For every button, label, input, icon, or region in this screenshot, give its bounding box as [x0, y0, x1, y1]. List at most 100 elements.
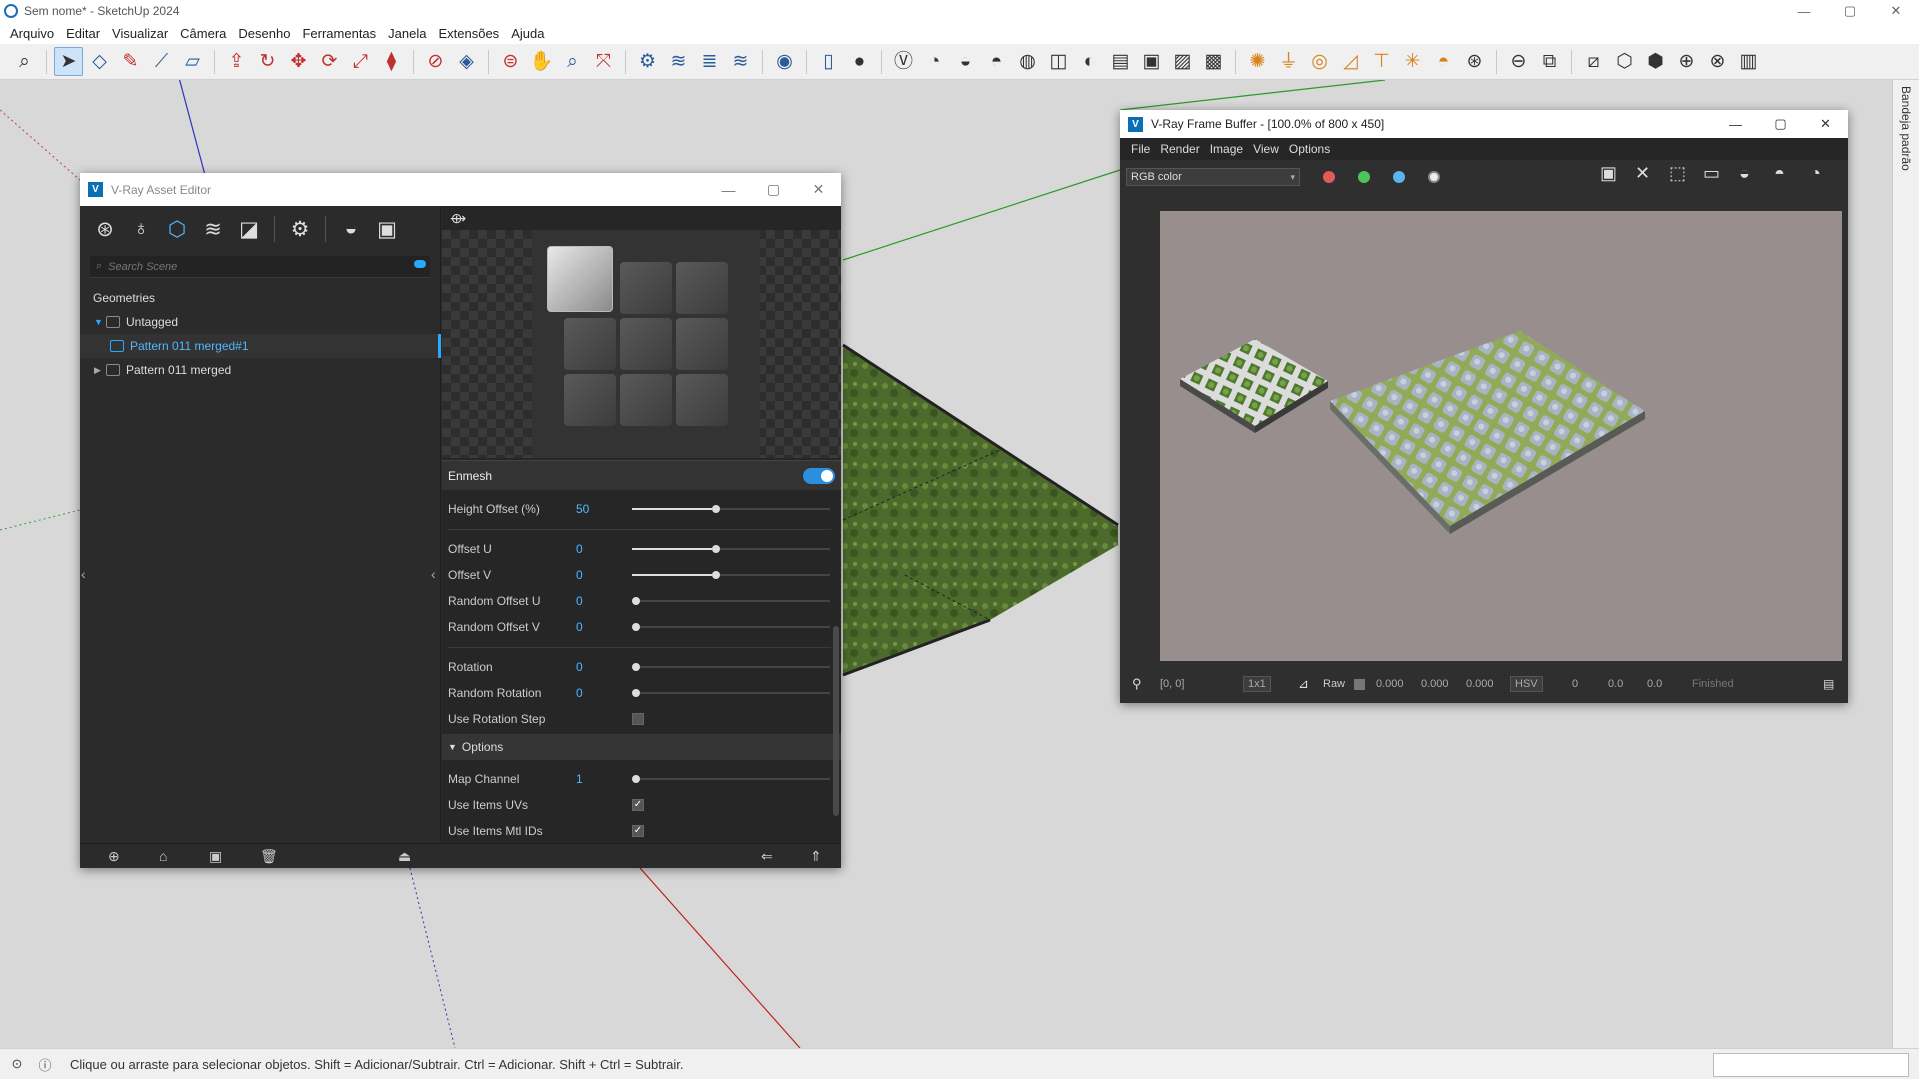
vfb-menu-render[interactable]: Render [1155, 142, 1204, 156]
geometry-icon[interactable]: ⬡ [162, 214, 192, 244]
alpha-channel-icon[interactable] [1428, 171, 1440, 183]
lock-icon[interactable]: ⚲ [1132, 676, 1142, 692]
param-value[interactable]: 0 [576, 542, 632, 556]
vfb-menu-view[interactable]: View [1248, 142, 1284, 156]
user-icon[interactable]: ● [845, 47, 874, 76]
param-slider[interactable] [632, 571, 830, 579]
zoom-icon[interactable]: ⌕ [558, 47, 587, 76]
offset-icon[interactable]: ⧫ [377, 47, 406, 76]
vfb-menu-image[interactable]: Image [1205, 142, 1248, 156]
menu-visualizar[interactable]: Visualizar [106, 26, 174, 41]
settings-icon[interactable]: ⚙ [285, 214, 315, 244]
push-pull-icon[interactable]: ⇪ [222, 47, 251, 76]
frame-buffer-icon[interactable]: ▣ [372, 214, 402, 244]
back-arrow-icon[interactable]: ⇐ [761, 848, 773, 865]
clipper-icon[interactable]: ⬡ [1610, 47, 1639, 76]
tree-item-untagged[interactable]: ▼ Untagged [80, 310, 441, 334]
render-elements-icon[interactable]: ◪ [234, 214, 264, 244]
visibility-filter-icon[interactable] [414, 260, 426, 268]
menu-editar[interactable]: Editar [60, 26, 106, 41]
param-value[interactable]: 0 [576, 568, 632, 582]
proxy-icon[interactable]: ⧉ [1535, 47, 1564, 76]
collapse-left-icon[interactable]: ‹ [81, 566, 86, 582]
asset-close-button[interactable]: ✕ [796, 173, 841, 206]
default-tray[interactable]: Bandeja padrão [1892, 80, 1919, 1048]
preview-toggle-icon[interactable]: ⟴ [442, 206, 841, 230]
options-section-header[interactable]: ▼ Options [442, 734, 841, 760]
zoom-extents-icon[interactable]: ⤧ [589, 47, 618, 76]
materials-icon[interactable]: ⊛ [90, 214, 120, 244]
stop-render-icon[interactable]: ◔ [1810, 163, 1821, 184]
cloud-icon[interactable]: ◫ [1044, 47, 1073, 76]
rect-light-icon[interactable]: ◿ [1336, 47, 1365, 76]
extension-manager-icon[interactable]: ≋ [726, 47, 755, 76]
green-channel-icon[interactable] [1358, 171, 1370, 183]
expand-icon[interactable]: ▼ [94, 317, 106, 327]
account-icon[interactable]: ◉ [770, 47, 799, 76]
extension-warehouse-icon[interactable]: ≋ [664, 47, 693, 76]
dome-light-icon[interactable]: ◓ [1429, 47, 1458, 76]
enmesh-toggle[interactable] [803, 468, 835, 484]
vray-render-icon[interactable]: Ⓥ [889, 47, 918, 76]
viewport-render-icon[interactable]: ▣ [1137, 47, 1166, 76]
tape-measure-icon[interactable]: ⊘ [421, 47, 450, 76]
tree-item-pattern-merged[interactable]: ▶ Pattern 011 merged [80, 358, 441, 382]
spot-light-icon[interactable]: ⏚ [1274, 47, 1303, 76]
paint-bucket-icon[interactable]: ◈ [452, 47, 481, 76]
menu-ferramentas[interactable]: Ferramentas [296, 26, 382, 41]
curve-icon[interactable]: ⊿ [1298, 676, 1309, 692]
scale-icon[interactable]: ⤢ [346, 47, 375, 76]
menu-janela[interactable]: Janela [382, 26, 432, 41]
tree-item-pattern-merged-1[interactable]: Pattern 011 merged#1 [80, 334, 441, 358]
collapse-icon[interactable]: ▶ [94, 365, 106, 376]
use-rotation-step-checkbox[interactable] [632, 713, 644, 725]
param-slider[interactable] [632, 545, 830, 553]
orbit-icon[interactable]: ⊜ [496, 47, 525, 76]
eraser-icon[interactable]: ◇ [85, 47, 114, 76]
blue-channel-icon[interactable] [1393, 171, 1405, 183]
pack-icon[interactable]: ▥ [1734, 47, 1763, 76]
menu-extensoes[interactable]: Extensões [432, 26, 505, 41]
rotate-icon[interactable]: ⟳ [315, 47, 344, 76]
infinite-plane-icon[interactable]: ⊖ [1504, 47, 1533, 76]
fur-icon[interactable]: ⧄ [1579, 47, 1608, 76]
channel-select[interactable]: RGB color [1126, 168, 1300, 186]
teapot-render-icon[interactable]: ◒ [951, 47, 980, 76]
close-button[interactable]: ✕ [1873, 0, 1919, 22]
asset-maximize-button[interactable]: ▢ [751, 173, 796, 206]
search-scene-input[interactable]: ⌕ Search Scene [90, 256, 430, 278]
param-slider[interactable] [632, 597, 830, 605]
vfb-menu-options[interactable]: Options [1284, 142, 1335, 156]
param-slider[interactable] [632, 505, 830, 513]
vision-icon[interactable]: ◍ [1013, 47, 1042, 76]
collapse-list-icon[interactable]: ‹ [431, 566, 436, 582]
interactive-teapot-icon[interactable]: ◓ [1774, 163, 1785, 184]
teapot-interactive-icon[interactable]: ◓ [982, 47, 1011, 76]
vray-interactive-icon[interactable]: ◔ [920, 47, 949, 76]
mesh-light-icon[interactable]: ⊛ [1460, 47, 1489, 76]
param-slider[interactable] [632, 775, 830, 783]
decal-icon[interactable]: ⊗ [1703, 47, 1732, 76]
color-mode-select[interactable]: HSV [1510, 676, 1543, 692]
param-slider[interactable] [632, 689, 830, 697]
restore-button[interactable]: ▢ [1827, 0, 1873, 22]
omni-light-icon[interactable]: ✳ [1398, 47, 1427, 76]
vfb-minimize-button[interactable]: — [1713, 110, 1758, 138]
geolocation-icon[interactable]: ⊙ [6, 1053, 28, 1075]
select-tool-icon[interactable]: ➤ [54, 47, 83, 76]
up-arrow-icon[interactable]: ⇑ [810, 848, 822, 865]
menu-ajuda[interactable]: Ajuda [505, 26, 550, 41]
pan-icon[interactable]: ✋ [527, 47, 556, 76]
sun-light-icon[interactable]: ✺ [1243, 47, 1272, 76]
save-image-icon[interactable]: ▣ [1600, 163, 1617, 184]
enmesh-icon[interactable]: ⬢ [1641, 47, 1670, 76]
lights-icon[interactable]: ♁ [126, 214, 156, 244]
pencil-icon[interactable]: ✎ [116, 47, 145, 76]
save-icon[interactable]: ▣ [209, 848, 222, 865]
param-value[interactable]: 50 [576, 502, 632, 516]
sphere-light-icon[interactable]: ◎ [1305, 47, 1334, 76]
purge-icon[interactable]: ⏏ [398, 848, 411, 865]
menu-desenho[interactable]: Desenho [232, 26, 296, 41]
param-value[interactable]: 1 [576, 772, 632, 786]
batch-icon[interactable]: ◐ [1075, 47, 1104, 76]
